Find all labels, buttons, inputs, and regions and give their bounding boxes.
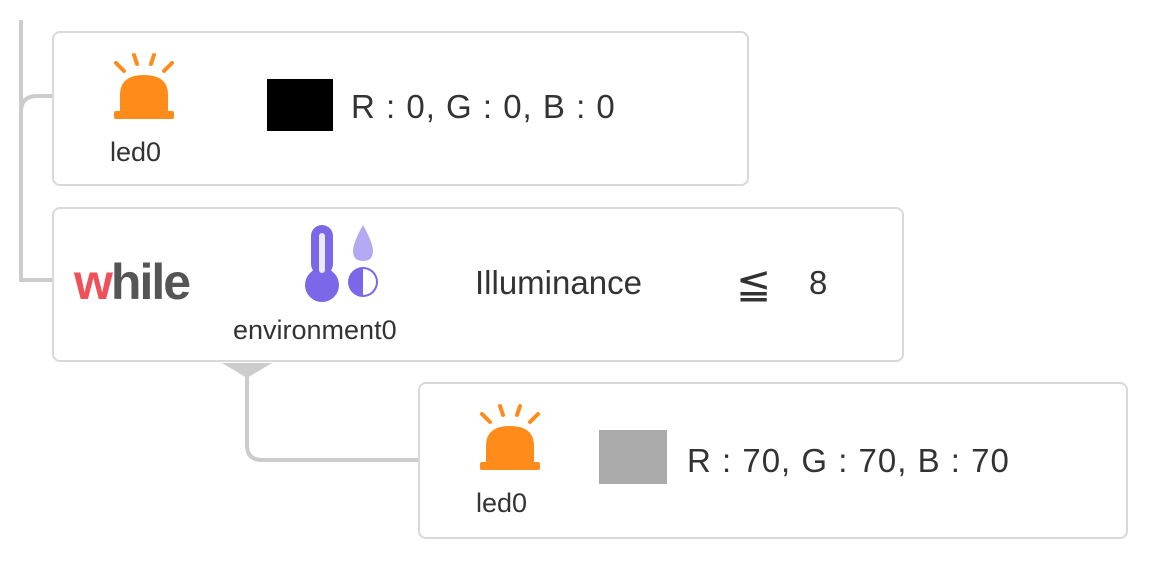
while-keyword-first: w (74, 254, 113, 310)
led-block[interactable]: led0 R : 0, G : 0, B : 0 (52, 31, 749, 186)
alarm-light-icon (114, 53, 174, 119)
alarm-light-icon (480, 404, 540, 470)
environment-device[interactable]: environment0 (229, 219, 464, 359)
rgb-values: R : 0, G : 0, B : 0 (351, 88, 616, 125)
sensor-name[interactable]: Illuminance (475, 264, 642, 302)
rgb-values: R : 70, G : 70, B : 70 (687, 442, 1010, 479)
threshold-value[interactable]: 8 (809, 264, 827, 302)
color-swatch[interactable] (599, 430, 667, 484)
led-device[interactable]: led0 (460, 402, 560, 527)
device-name: led0 (476, 488, 528, 518)
while-keyword: while (74, 253, 191, 311)
led-block[interactable]: led0 R : 70, G : 70, B : 70 (418, 382, 1128, 539)
while-keyword-rest: hile (110, 254, 191, 310)
temperature-humidity-icon (305, 225, 378, 302)
device-name: environment0 (233, 315, 397, 345)
while-body-connector (245, 372, 420, 462)
comparison-operator[interactable]: ≦ (736, 259, 771, 308)
led-device[interactable]: led0 (94, 51, 194, 176)
left-connector (19, 20, 52, 282)
color-swatch[interactable] (267, 79, 333, 131)
left-connector-tab (19, 94, 52, 113)
device-name: led0 (110, 137, 162, 167)
while-block[interactable]: while environment0 Illuminance ≦ 8 (52, 207, 904, 362)
